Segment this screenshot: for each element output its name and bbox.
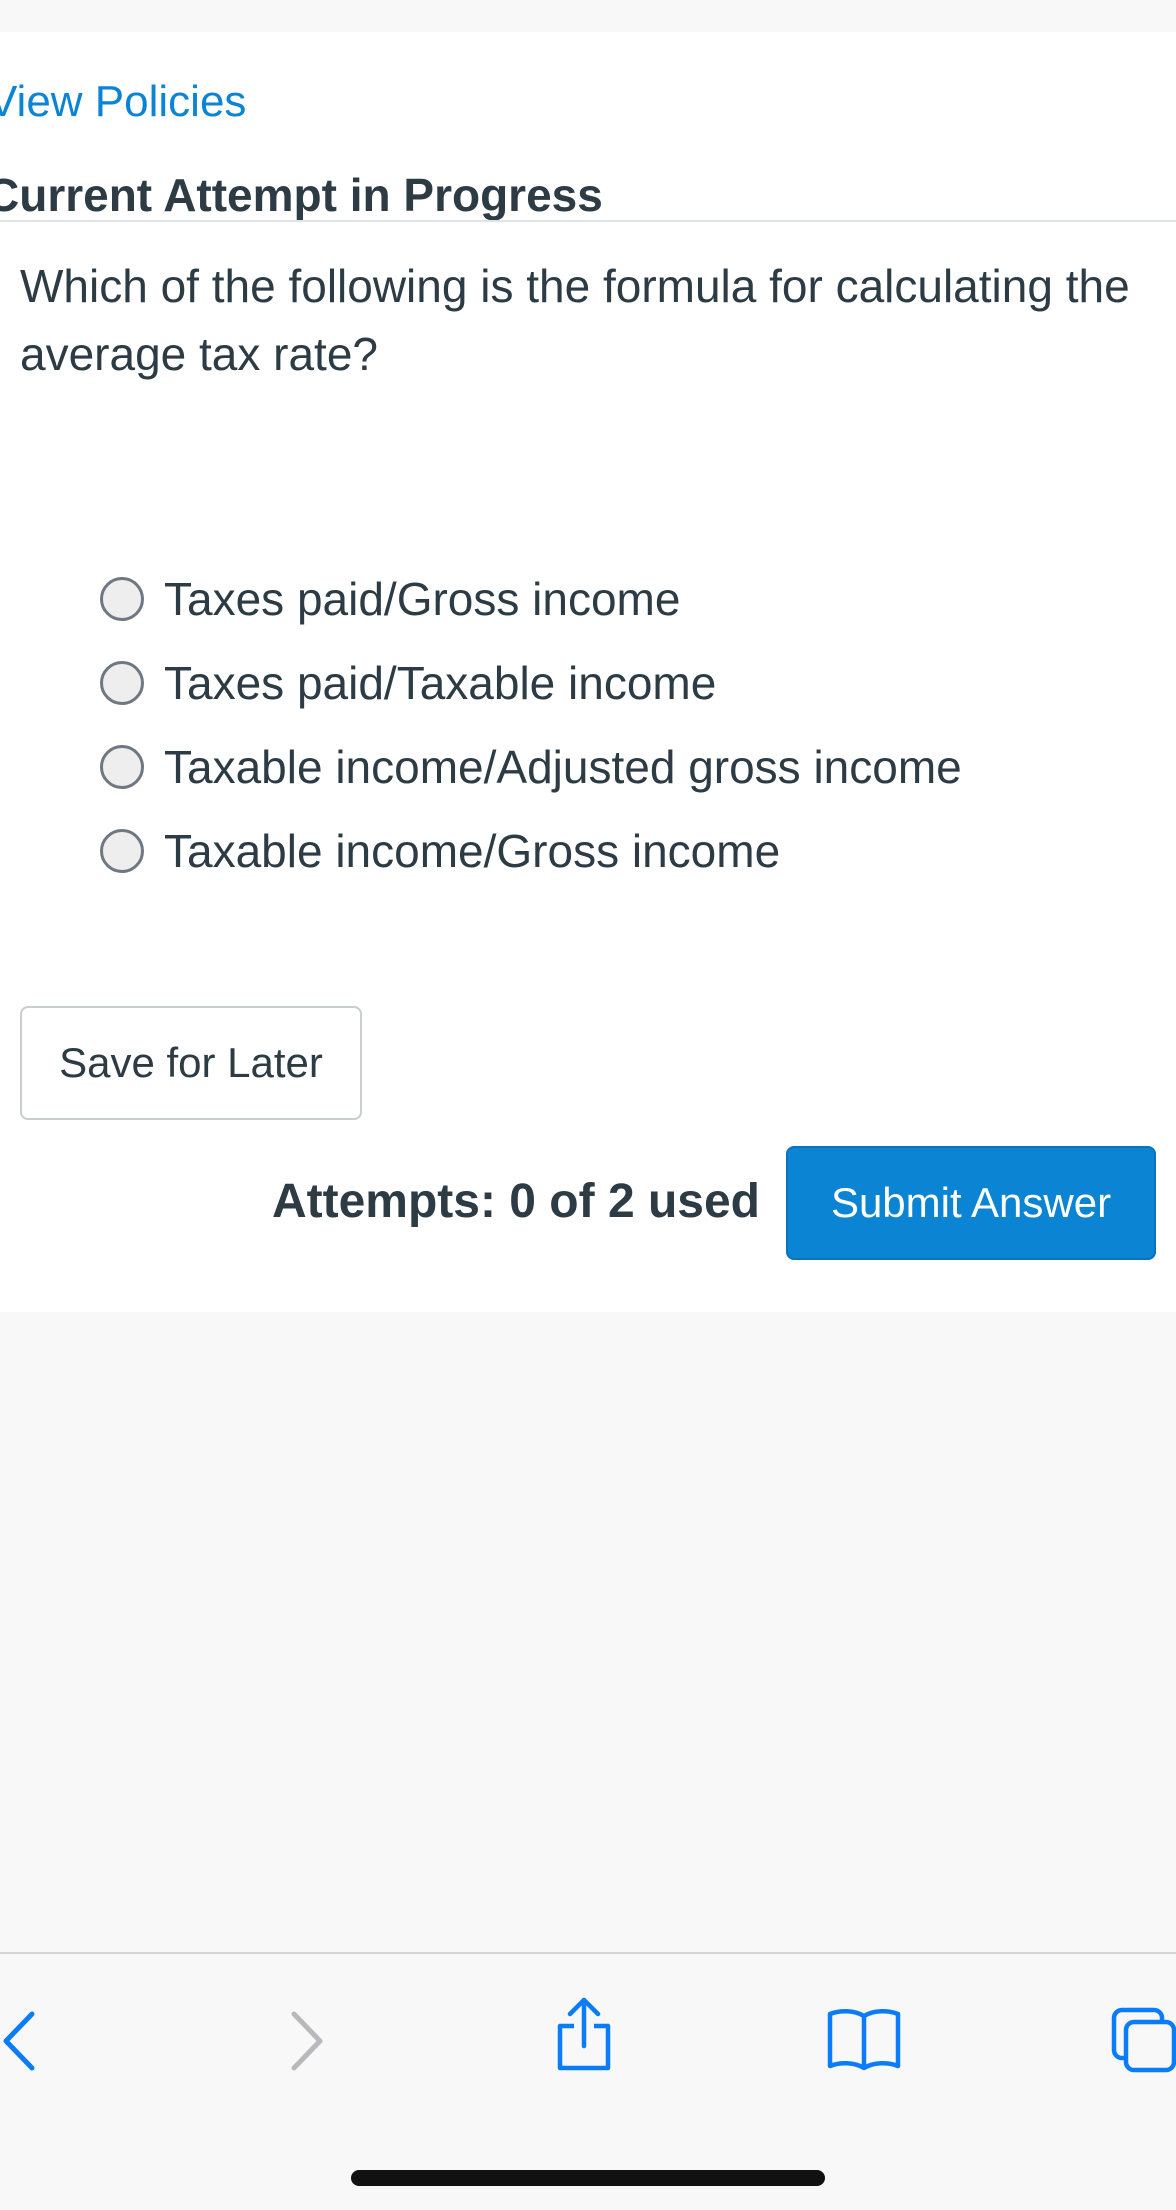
option-4[interactable]: Taxable income/Gross income: [100, 809, 962, 893]
radio-button[interactable]: [100, 745, 144, 789]
option-label: Taxable income/Adjusted gross income: [164, 741, 962, 793]
divider: [0, 220, 1176, 222]
tabs-icon[interactable]: [1110, 2004, 1176, 2079]
option-label: Taxable income/Gross income: [164, 825, 781, 877]
option-label: Taxes paid/Gross income: [164, 573, 681, 625]
radio-button[interactable]: [100, 661, 144, 705]
view-policies-link[interactable]: View Policies: [0, 70, 246, 134]
quiz-card: View Policies Current Attempt in Progres…: [0, 32, 1176, 1312]
submit-answer-button[interactable]: Submit Answer: [786, 1146, 1156, 1260]
attempt-title: Current Attempt in Progress: [0, 169, 603, 221]
option-3[interactable]: Taxable income/Adjusted gross income: [100, 725, 962, 809]
answer-options: Taxes paid/Gross income Taxes paid/Taxab…: [100, 557, 962, 893]
option-2[interactable]: Taxes paid/Taxable income: [100, 641, 962, 725]
radio-button[interactable]: [100, 829, 144, 873]
question-text: Which of the following is the formula fo…: [20, 260, 1130, 380]
bookmarks-icon[interactable]: [826, 2006, 902, 2077]
option-label: Taxes paid/Taxable income: [164, 657, 717, 709]
option-1[interactable]: Taxes paid/Gross income: [100, 557, 962, 641]
home-indicator: [351, 2170, 825, 2186]
attempts-counter: Attempts: 0 of 2 used: [271, 1175, 760, 1228]
share-icon[interactable]: [552, 1994, 616, 2079]
back-icon[interactable]: [0, 2006, 40, 2081]
radio-button[interactable]: [100, 577, 144, 621]
save-for-later-button[interactable]: Save for Later: [20, 1006, 362, 1120]
forward-icon[interactable]: [286, 2006, 326, 2081]
